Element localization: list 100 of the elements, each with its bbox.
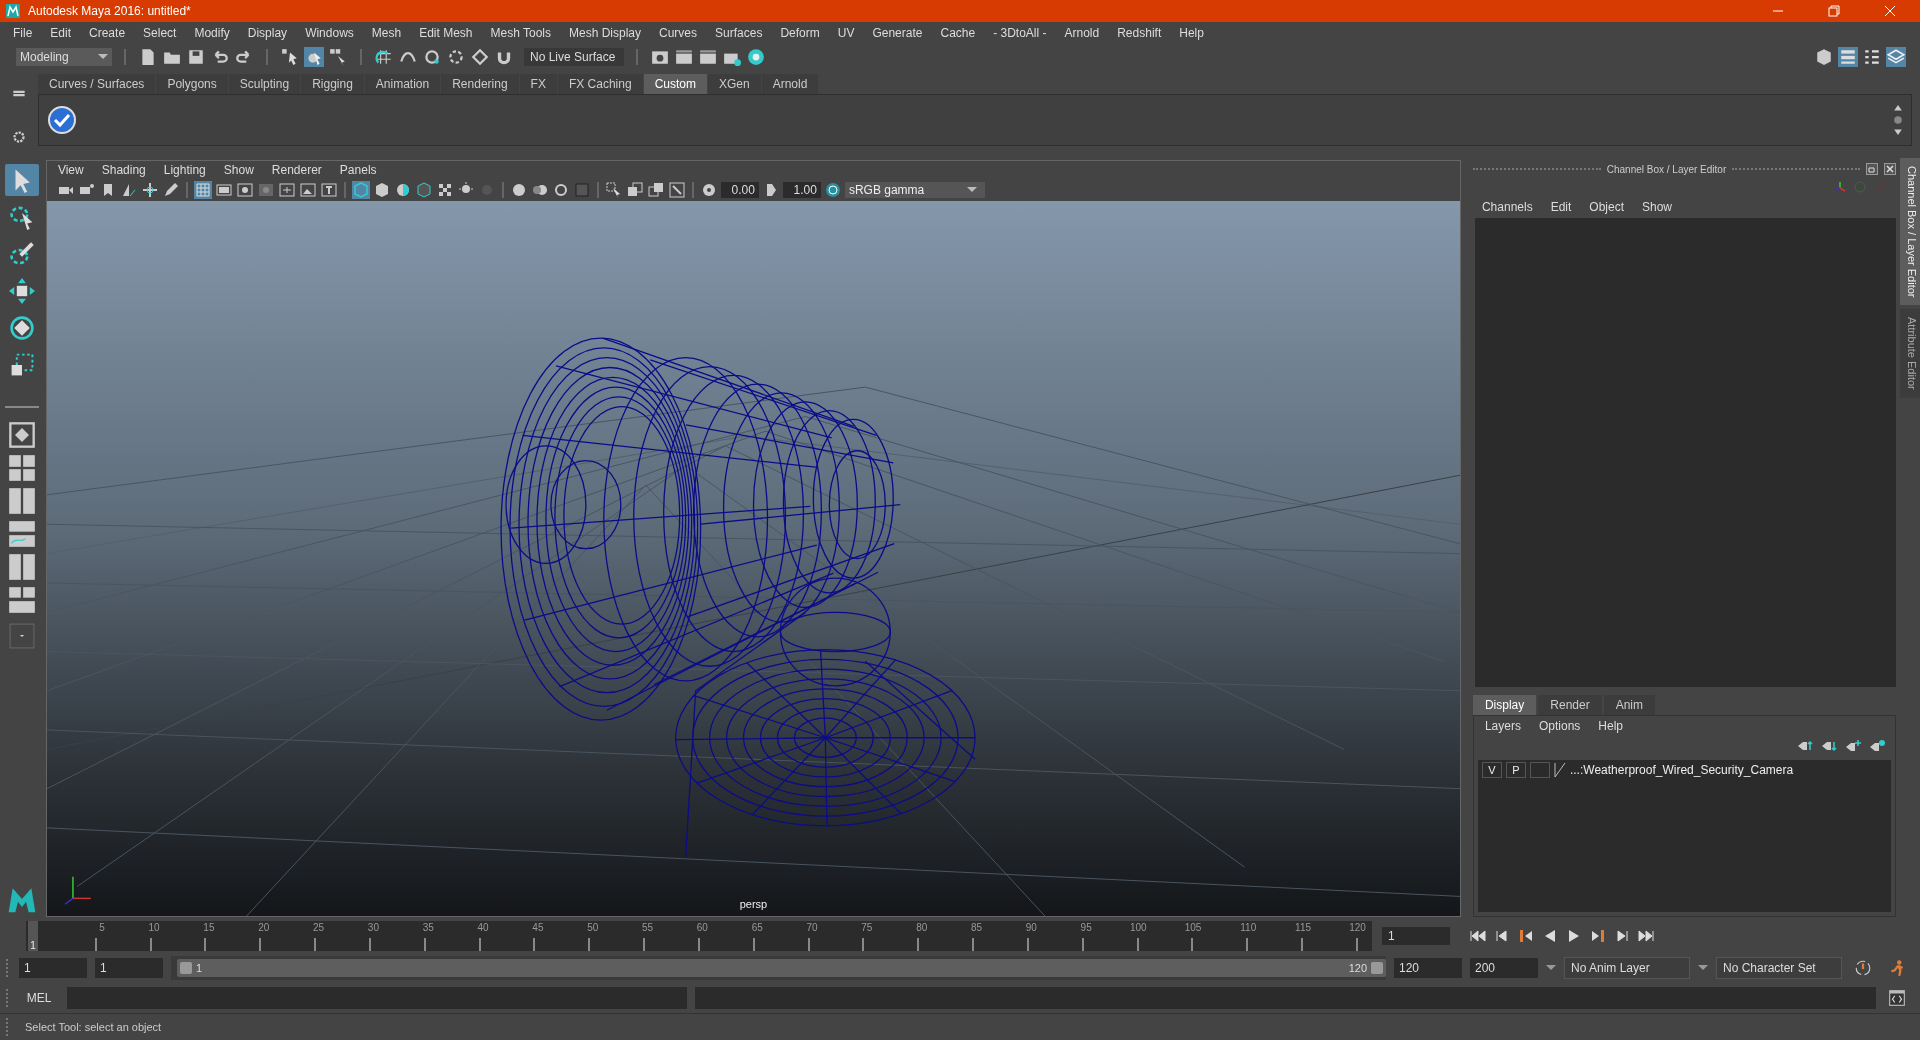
four-pane-layout-icon[interactable] (7, 454, 36, 482)
go-to-end-icon[interactable] (1638, 930, 1654, 942)
shelf-tab[interactable]: Rigging (301, 74, 364, 94)
live-surface-field[interactable]: No Live Surface (524, 48, 624, 66)
tool-settings-icon[interactable] (1862, 47, 1882, 67)
menu-item[interactable]: UV (828, 25, 864, 40)
outliner-layout-icon[interactable] (7, 553, 36, 581)
checkmark-icon[interactable] (47, 105, 77, 135)
safe-title-icon[interactable] (319, 181, 338, 199)
workspace-dropdown[interactable]: Modeling (16, 48, 112, 66)
menu-item[interactable]: Windows (296, 25, 363, 40)
viewport-menu-item[interactable]: Panels (330, 163, 386, 177)
shelf-scroll-icon[interactable] (1893, 103, 1903, 137)
side-panel-tab[interactable]: Channel Box / Layer Editor (1900, 158, 1920, 306)
auto-key-icon[interactable] (1854, 959, 1872, 977)
menu-item[interactable]: Display (238, 25, 297, 40)
safe-action-icon[interactable] (298, 181, 317, 199)
float-panel-icon[interactable] (1866, 163, 1879, 175)
graph-editor-layout-icon[interactable] (7, 586, 36, 614)
shelf-tab[interactable]: Curves / Surfaces (38, 74, 156, 94)
menu-item[interactable]: Surfaces (706, 25, 772, 40)
shelf-tab[interactable]: FX Caching (557, 74, 643, 94)
exposure-field[interactable]: 0.00 (720, 182, 759, 198)
menu-item[interactable]: Arnold (1055, 25, 1109, 40)
menu-item[interactable]: Help (1170, 25, 1213, 40)
side-panel-tab[interactable]: Attribute Editor (1900, 309, 1920, 399)
new-layer-icon[interactable] (1845, 740, 1862, 752)
new-layer-selected-icon[interactable] (1869, 740, 1886, 752)
film-gate-icon[interactable] (214, 181, 233, 199)
color-space-dropdown[interactable]: sRGB gamma (844, 182, 985, 198)
layer-menu-item[interactable]: Help (1589, 719, 1632, 733)
xray-joints-icon[interactable] (646, 181, 665, 199)
layer-editor-tab[interactable]: Anim (1603, 695, 1655, 715)
ipr-render-icon[interactable] (698, 47, 718, 67)
time-slider[interactable]: 1 5 10 15 20 25 30 35 40 45 50 55 60 65 70 75 80 85 90 95 100 105 110 115 120 (26, 921, 1372, 951)
snap-grid-icon[interactable] (374, 47, 394, 67)
graph-layout-icon[interactable] (7, 520, 36, 548)
menu-item[interactable]: Edit Mesh (410, 25, 482, 40)
menu-item[interactable]: Cache (931, 25, 985, 40)
range-handle[interactable] (180, 962, 192, 974)
viewport-menu-item[interactable]: View (48, 163, 93, 177)
menu-item[interactable]: Select (134, 25, 186, 40)
playback-start-field[interactable]: 1 (95, 958, 163, 978)
menu-item[interactable]: Edit (41, 25, 81, 40)
restore-icon[interactable] (1828, 5, 1840, 17)
shelf-tab[interactable]: Custom (643, 74, 707, 94)
shelf-tab[interactable]: XGen (707, 74, 761, 94)
range-slider[interactable]: 1 120 (177, 959, 1386, 977)
shelf-tab[interactable]: Arnold (761, 74, 819, 94)
channel-box-menu-item[interactable]: Channels (1472, 200, 1542, 214)
pivot-icon[interactable] (140, 181, 159, 199)
shelf-tab[interactable]: Polygons (156, 74, 228, 94)
menu-item[interactable]: Mesh Tools (481, 25, 560, 40)
menu-item[interactable]: Modify (185, 25, 239, 40)
shelf-tab[interactable]: Animation (364, 74, 441, 94)
save-icon[interactable] (186, 47, 206, 67)
layer-menu-item[interactable]: Layers (1475, 719, 1530, 733)
shelf-tab[interactable]: Rendering (441, 74, 519, 94)
script-editor-icon[interactable] (1888, 989, 1906, 1007)
gate-mask-icon[interactable] (256, 181, 275, 199)
layer-color-icon[interactable] (1553, 762, 1566, 778)
gamma-field[interactable]: 1.00 (782, 182, 821, 198)
anim-layer-dropdown[interactable]: No Anim Layer (1564, 957, 1690, 979)
current-frame-marker[interactable]: 1 (28, 921, 38, 951)
menu-item[interactable]: Deform (771, 25, 829, 40)
channel-box-menu-item[interactable]: Object (1580, 200, 1633, 214)
layers-icon[interactable] (1886, 47, 1906, 67)
command-input-field[interactable] (67, 987, 687, 1009)
menu-item[interactable]: Create (80, 25, 135, 40)
snap-view-icon[interactable] (446, 47, 466, 67)
axis-icon[interactable] (1834, 181, 1847, 193)
menu-item[interactable]: File (4, 25, 42, 40)
menu-item[interactable]: Generate (863, 25, 932, 40)
step-back-key-icon[interactable] (1518, 930, 1534, 942)
shelf-tab[interactable]: Sculpting (228, 74, 301, 94)
start-frame-field[interactable]: 1 (19, 958, 87, 978)
step-forward-icon[interactable] (1614, 930, 1630, 942)
close-icon[interactable] (1884, 163, 1897, 175)
layer-menu-item[interactable]: Options (1529, 719, 1590, 733)
menu-item[interactable]: Mesh Display (560, 25, 651, 40)
channel-box-menu-item[interactable]: Show (1633, 200, 1682, 214)
viewport-menu-item[interactable]: Renderer (262, 163, 331, 177)
select-tool-button[interactable] (4, 164, 39, 196)
menu-item[interactable]: Mesh (362, 25, 411, 40)
textured-cube-icon[interactable] (414, 181, 433, 199)
xray-icon[interactable] (625, 181, 644, 199)
viewport-menu-item[interactable]: Show (214, 163, 263, 177)
layer-editor-tab[interactable]: Render (1538, 695, 1602, 715)
field-chart-icon[interactable] (277, 181, 296, 199)
playback-toggle[interactable]: P (1505, 762, 1526, 778)
viewport-menu-item[interactable]: Shading (92, 163, 155, 177)
two-pane-layout-icon[interactable] (7, 487, 36, 515)
clapperboard-icon[interactable] (674, 47, 694, 67)
snap-surface-icon[interactable] (470, 47, 490, 67)
grid-icon[interactable] (193, 181, 212, 199)
layer-name[interactable]: ...:Weatherproof_Wired_Security_Camera (1569, 763, 1794, 777)
move-layer-up-icon[interactable] (1797, 740, 1814, 752)
menu-item[interactable]: - 3DtoAll - (984, 25, 1056, 40)
color-management-icon[interactable] (823, 181, 842, 199)
viewport-menu-item[interactable]: Lighting (154, 163, 215, 177)
